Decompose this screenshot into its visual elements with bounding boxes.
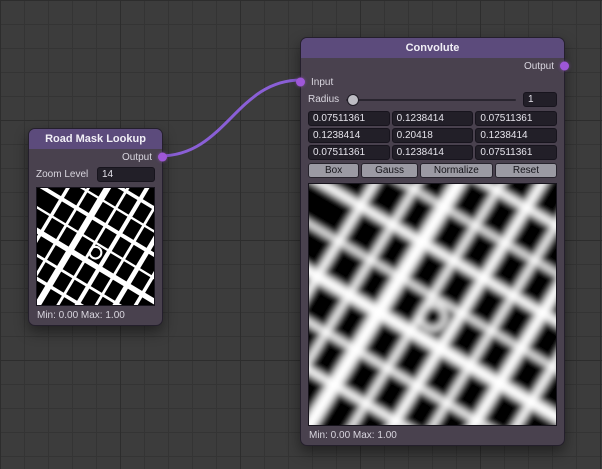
kernel-cell[interactable] [392,128,474,143]
radius-slider-handle[interactable] [347,94,359,106]
radius-row: Radius [301,92,564,108]
zoom-level-row: Zoom Level [29,167,162,183]
output-port[interactable] [158,153,167,162]
kernel-grid [308,111,557,160]
kernel-cell[interactable] [308,145,390,160]
kernel-cell[interactable] [475,128,557,143]
output-port-row: Output [301,59,564,74]
reset-button[interactable]: Reset [495,163,557,178]
input-port-row: Input [301,75,564,90]
normalize-button[interactable]: Normalize [420,163,493,178]
kernel-cell[interactable] [392,145,474,160]
node-convolute[interactable]: Convolute Output Input Radius [300,37,565,446]
kernel-buttons-row: Box Gauss Normalize Reset [308,163,557,178]
box-button[interactable]: Box [308,163,359,178]
connection-wire[interactable] [160,80,301,156]
kernel-cell[interactable] [308,128,390,143]
gauss-button[interactable]: Gauss [361,163,418,178]
output-port[interactable] [560,62,569,71]
node-graph-canvas[interactable]: Road Mask Lookup Output Zoom Level Min: … [0,0,602,469]
node-title: Road Mask Lookup [45,133,146,145]
minmax-label: Min: 0.00 Max: 1.00 [301,429,564,445]
kernel-cell[interactable] [392,111,474,126]
radius-label: Radius [308,94,339,105]
node-header[interactable]: Road Mask Lookup [29,129,162,149]
radius-slider[interactable] [346,99,516,101]
output-port-label: Output [524,61,554,72]
minmax-label: Min: 0.00 Max: 1.00 [29,309,162,325]
node-title: Convolute [406,42,460,54]
convolute-preview [308,183,557,426]
input-port-label: Input [311,77,333,88]
road-mask-preview [36,187,155,307]
zoom-level-input[interactable] [97,167,155,182]
zoom-level-label: Zoom Level [36,169,88,180]
input-port[interactable] [296,78,305,87]
node-header[interactable]: Convolute [301,38,564,58]
radius-input[interactable] [523,92,557,107]
output-port-label: Output [122,152,152,163]
output-port-row: Output [29,150,162,165]
kernel-cell[interactable] [308,111,390,126]
node-road-mask-lookup[interactable]: Road Mask Lookup Output Zoom Level Min: … [28,128,163,326]
kernel-cell[interactable] [475,111,557,126]
kernel-cell[interactable] [475,145,557,160]
